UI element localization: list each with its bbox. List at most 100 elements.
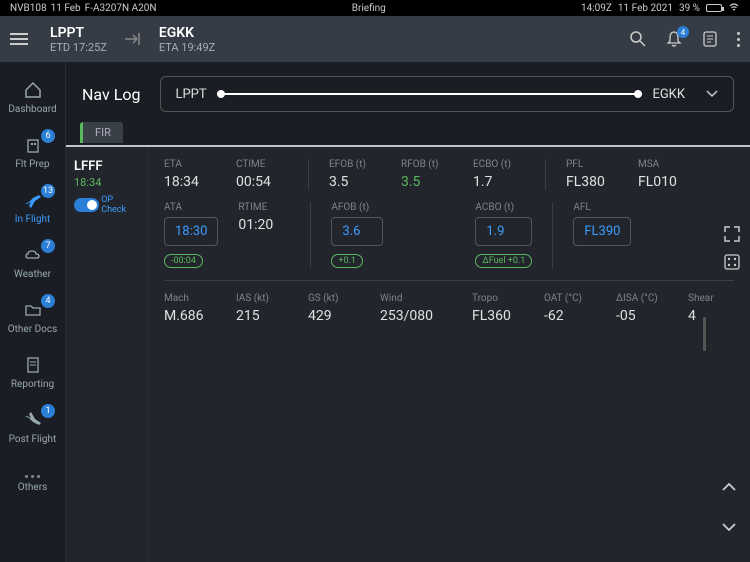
sidebar-item-fltprep[interactable]: 6 Flt Prep bbox=[0, 125, 65, 180]
sidebar-item-label: Weather bbox=[14, 269, 51, 280]
field-afob: AFOB (t) 3.6 +0.1 bbox=[331, 202, 383, 268]
departure-airport[interactable]: LPPT ETD 17:25Z bbox=[50, 25, 107, 54]
field-ata: ATA 18:30 -00:04 bbox=[164, 202, 218, 268]
building-icon bbox=[23, 135, 43, 155]
dice-icon[interactable] bbox=[723, 253, 741, 271]
field-ias: IAS (kt) 215 bbox=[236, 293, 288, 324]
next-waypoint-button[interactable] bbox=[714, 512, 744, 542]
opcheck-toggle-row[interactable]: OP Check bbox=[74, 195, 139, 215]
sidebar-item-label: Flt Prep bbox=[15, 159, 49, 170]
bell-badge: 4 bbox=[677, 26, 689, 38]
ata-delta: -00:04 bbox=[164, 254, 203, 268]
route-to: EGKK bbox=[652, 87, 685, 102]
home-icon bbox=[23, 80, 43, 100]
arr-code: EGKK bbox=[159, 25, 215, 41]
sidebar-badge: 1 bbox=[41, 404, 55, 418]
sidebar-item-label: Other Docs bbox=[8, 324, 58, 335]
ata-input[interactable]: 18:30 bbox=[164, 217, 218, 246]
sidebar-item-others[interactable]: Others bbox=[0, 455, 65, 503]
toggle-switch[interactable] bbox=[74, 198, 99, 212]
field-acbo: ACBO (t) 1.9 ΔFuel +0.1 bbox=[475, 202, 532, 268]
sidebar-badge: 13 bbox=[41, 184, 55, 198]
sidebar-item-otherdocs[interactable]: 4 Other Docs bbox=[0, 290, 65, 345]
afl-input[interactable]: FL390 bbox=[573, 217, 631, 246]
expand-icon[interactable] bbox=[723, 225, 741, 243]
field-disa: ΔISA (°C) -05 bbox=[616, 293, 668, 324]
scrollbar[interactable] bbox=[703, 317, 706, 351]
sidebar: Dashboard 6 Flt Prep 13 In Flight 7 Weat… bbox=[0, 62, 66, 562]
report-icon bbox=[23, 355, 43, 375]
route-selector[interactable]: LPPT EGKK bbox=[160, 76, 734, 112]
date-full: 11 Feb 2021 bbox=[618, 3, 673, 14]
route-from: LPPT bbox=[175, 87, 206, 102]
arr-eta: ETA 19:49Z bbox=[159, 41, 215, 54]
search-icon[interactable] bbox=[629, 30, 647, 48]
chevron-down-icon[interactable] bbox=[705, 89, 719, 99]
app-header: LPPT ETD 17:25Z EGKK ETA 19:49Z 4 bbox=[0, 16, 750, 62]
time-z: 14:09Z bbox=[581, 3, 612, 14]
fir-tab[interactable]: FIR bbox=[80, 122, 123, 143]
navlog-header: Nav Log LPPT EGKK bbox=[66, 62, 750, 122]
date-short: 11 Feb bbox=[51, 3, 81, 14]
opcheck-toggle-label: OP Check bbox=[101, 195, 139, 215]
sidebar-item-reporting[interactable]: Reporting bbox=[0, 345, 65, 400]
document-icon[interactable] bbox=[701, 30, 719, 48]
field-efob: EFOB (t) 3.5 bbox=[329, 159, 381, 190]
acbo-delta: ΔFuel +0.1 bbox=[475, 254, 532, 268]
sidebar-item-postflight[interactable]: 1 Post Flight bbox=[0, 400, 65, 455]
sidebar-badge: 7 bbox=[41, 239, 55, 253]
field-oat: OAT (°C) -62 bbox=[544, 293, 596, 324]
field-wind: Wind 253/080 bbox=[380, 293, 432, 324]
folder-icon bbox=[23, 300, 43, 320]
status-title: Briefing bbox=[156, 3, 581, 14]
field-rtime: RTIME 01:20 bbox=[238, 202, 290, 233]
flight-id: NVB108 bbox=[10, 3, 47, 14]
field-ecbo: ECBO (t) 1.7 bbox=[473, 159, 525, 190]
sidebar-item-label: In Flight bbox=[15, 214, 51, 225]
field-msa: MSA FL010 bbox=[638, 159, 690, 190]
field-rfob: RFOB (t) 3.5 bbox=[401, 159, 453, 190]
prev-waypoint-button[interactable] bbox=[714, 472, 744, 502]
hamburger-menu-icon[interactable] bbox=[10, 33, 34, 45]
sidebar-item-label: Post Flight bbox=[9, 434, 57, 445]
field-tropo: Tropo FL360 bbox=[472, 293, 524, 324]
field-afl: AFL FL390 bbox=[573, 202, 631, 246]
ellipsis-icon bbox=[25, 475, 40, 478]
field-pfl: PFL FL380 bbox=[566, 159, 618, 190]
sidebar-item-dashboard[interactable]: Dashboard bbox=[0, 70, 65, 125]
data-panel: ETA 18:34 CTIME 00:54 EFOB (t) 3.5 RFOB … bbox=[148, 147, 750, 562]
afob-input[interactable]: 3.6 bbox=[331, 217, 383, 246]
sidebar-badge: 4 bbox=[41, 294, 55, 308]
airplane-icon bbox=[123, 31, 143, 47]
sidebar-item-label: Dashboard bbox=[8, 104, 56, 115]
sidebar-item-inflight[interactable]: 13 In Flight bbox=[0, 180, 65, 235]
dep-code: LPPT bbox=[50, 25, 107, 41]
more-menu-icon[interactable] bbox=[737, 32, 740, 47]
sidebar-item-label: Reporting bbox=[11, 379, 54, 390]
sidebar-badge: 6 bbox=[41, 129, 55, 143]
field-mach: Mach M.686 bbox=[164, 293, 216, 324]
cloud-icon bbox=[23, 245, 43, 265]
acbo-input[interactable]: 1.9 bbox=[475, 217, 532, 246]
aircraft-reg: F-A3207N A20N bbox=[85, 3, 157, 14]
waypoint-time: 18:34 bbox=[74, 176, 139, 189]
plane-takeoff-icon bbox=[23, 190, 43, 210]
field-eta: ETA 18:34 bbox=[164, 159, 216, 190]
bell-icon[interactable]: 4 bbox=[665, 30, 683, 48]
status-bar: NVB108 11 Feb F-A3207N A20N Briefing 14:… bbox=[0, 0, 750, 16]
waypoint-column: LFFF 18:34 OP Check bbox=[66, 147, 148, 562]
dep-etd: ETD 17:25Z bbox=[50, 41, 107, 54]
waypoint-name[interactable]: LFFF bbox=[74, 159, 139, 174]
field-shear: Shear 4 bbox=[688, 293, 740, 324]
arrival-airport[interactable]: EGKK ETA 19:49Z bbox=[159, 25, 215, 54]
sidebar-item-label: Others bbox=[18, 482, 48, 493]
battery-pct: 39 % bbox=[679, 3, 700, 14]
field-ctime: CTIME 00:54 bbox=[236, 159, 288, 190]
sidebar-item-weather[interactable]: 7 Weather bbox=[0, 235, 65, 290]
afob-delta: +0.1 bbox=[331, 254, 363, 268]
wifi-icon bbox=[728, 3, 740, 13]
page-title: Nav Log bbox=[82, 85, 140, 104]
route-progress-line bbox=[217, 93, 643, 95]
field-gs: GS (kt) 429 bbox=[308, 293, 360, 324]
plane-landing-icon bbox=[23, 410, 43, 430]
